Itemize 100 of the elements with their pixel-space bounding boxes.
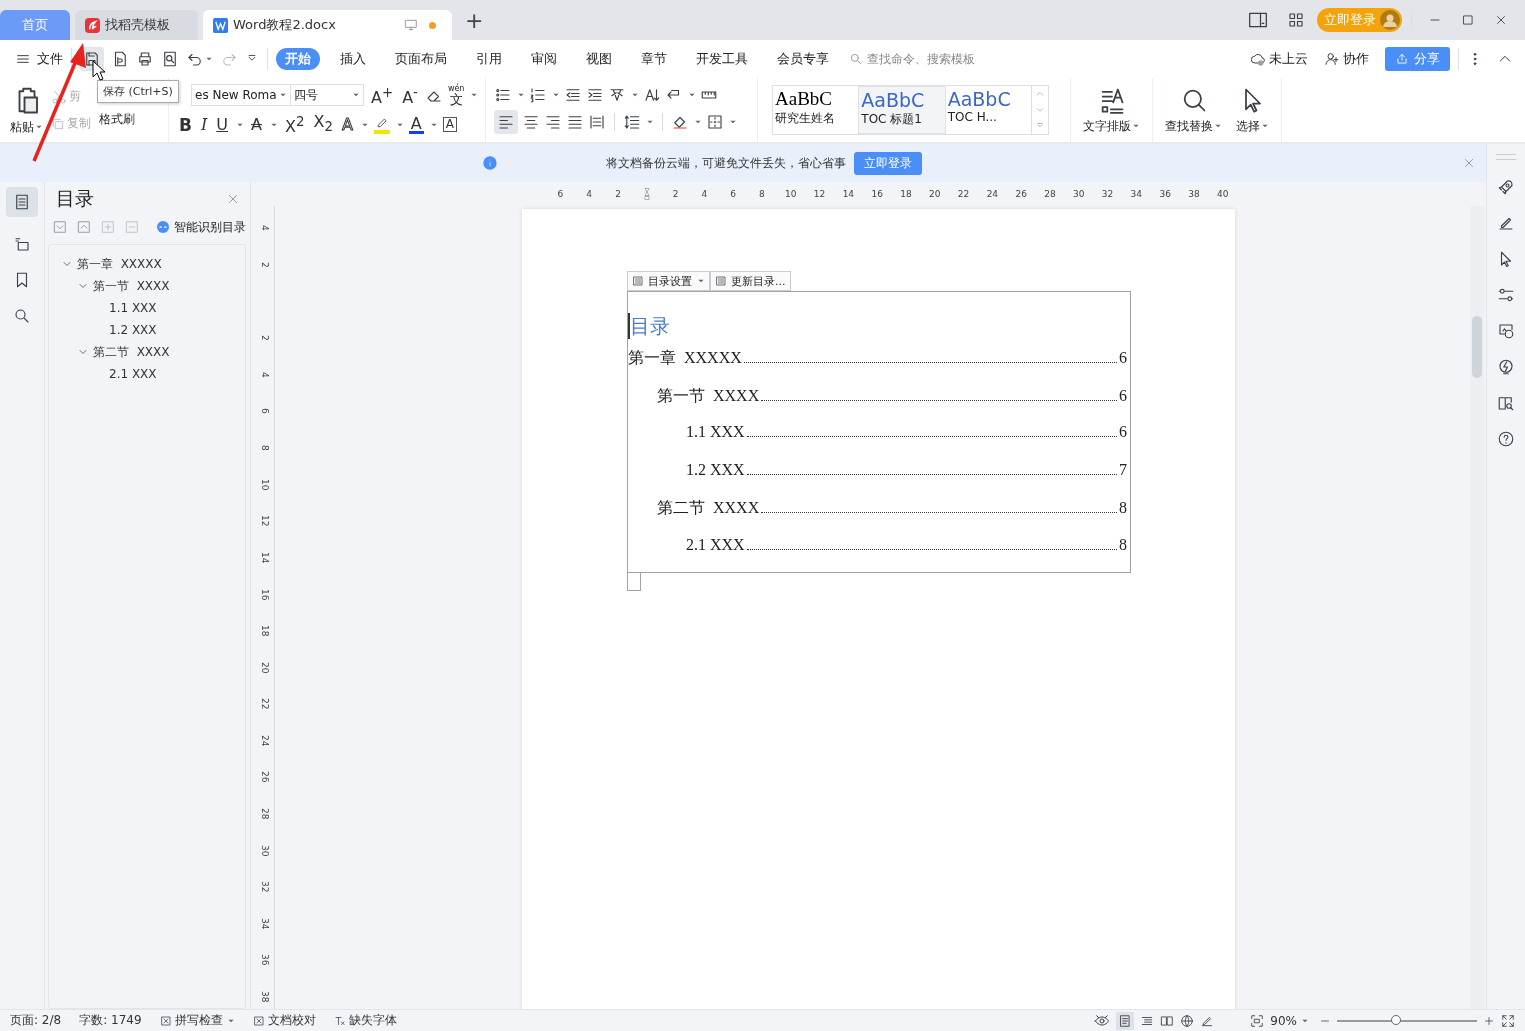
window-layout-icon[interactable] <box>1248 10 1268 30</box>
collaborate-button[interactable]: 协作 <box>1324 50 1369 68</box>
new-tab-button[interactable]: + <box>465 7 484 33</box>
toc-tree-item[interactable]: 第二节 XXXX <box>93 343 170 361</box>
apps-grid-icon[interactable] <box>1287 11 1305 29</box>
ribbon-tab[interactable]: 章节 <box>632 48 676 70</box>
style-item[interactable]: AaBbC TOC 标题1 <box>858 86 946 134</box>
format-button[interactable]: B <box>177 115 194 134</box>
format-button[interactable]: A <box>442 117 457 133</box>
format-button[interactable]: X$^{2}$ <box>282 113 307 137</box>
align-center-icon[interactable] <box>522 113 540 131</box>
toc-entry[interactable]: 第一节 XXXX <box>657 385 760 407</box>
smart-toc-button[interactable]: 智能识别目录 <box>155 218 246 236</box>
toc-tree-item[interactable]: 1.1 XXX <box>109 301 157 315</box>
format-button[interactable]: A <box>249 115 264 134</box>
caret-icon[interactable] <box>552 91 560 99</box>
print-preview-icon[interactable] <box>161 50 179 68</box>
proofread-button[interactable]: 文档校对 <box>252 1012 316 1029</box>
ribbon-tab[interactable]: 引用 <box>467 48 511 70</box>
update-toc-button[interactable]: 更新目录... <box>710 271 791 291</box>
font-size-field[interactable]: 四号 <box>290 84 364 107</box>
caret-icon[interactable] <box>646 118 654 126</box>
caret-icon[interactable] <box>729 118 737 126</box>
reading-view-icon[interactable] <box>1160 1013 1175 1028</box>
frame-handle[interactable] <box>627 572 641 591</box>
rocket-icon[interactable] <box>1497 178 1515 196</box>
page-count[interactable]: 页面: 2/8 <box>10 1012 62 1029</box>
bullet-list-icon[interactable] <box>494 86 512 104</box>
caret-icon[interactable] <box>688 91 696 99</box>
toc-tree-item[interactable]: 第一章 XXXXX <box>77 255 162 273</box>
format-button[interactable]: U <box>214 115 230 134</box>
help-icon[interactable] <box>1497 430 1515 448</box>
image-icon[interactable] <box>1497 322 1515 340</box>
font-name-field[interactable]: es New Roma <box>191 84 291 107</box>
toc-settings-button[interactable]: 目录设置 <box>627 271 710 291</box>
spell-check-button[interactable]: 拼写检查 <box>159 1012 235 1029</box>
settings-icon[interactable] <box>1497 286 1515 304</box>
borders-icon[interactable] <box>706 113 724 131</box>
font-size-step-button[interactable]: A$^{+}$ <box>369 83 396 107</box>
distribute-icon[interactable] <box>588 113 606 131</box>
close-icon[interactable] <box>1494 13 1508 27</box>
sort-icon[interactable] <box>643 86 661 104</box>
ribbon-tab[interactable]: 开发工具 <box>687 48 757 70</box>
format-painter-button[interactable]: 格式刷 <box>99 111 135 128</box>
outline-icon[interactable] <box>13 235 31 253</box>
toc-tree-item[interactable]: 1.2 XXX <box>109 323 157 337</box>
format-button[interactable]: I <box>198 115 210 134</box>
toc-entry[interactable]: 第二节 XXXX <box>657 498 760 519</box>
ribbon-tab[interactable]: 插入 <box>331 48 375 70</box>
ribbon-tab[interactable]: 会员专享 <box>768 48 838 70</box>
find-replace-button[interactable]: 查找替换 <box>1165 85 1222 135</box>
lightning-icon[interactable] <box>1497 358 1515 376</box>
maximize-icon[interactable] <box>1461 13 1475 27</box>
missing-fonts-button[interactable]: 缺失字体 <box>333 1012 397 1029</box>
zoom-in-icon[interactable] <box>1483 1014 1495 1027</box>
outdent-icon[interactable] <box>564 86 582 104</box>
scrollbar[interactable] <box>1470 206 1484 1009</box>
command-search-field[interactable]: 查找命令、搜索模板 <box>849 51 1019 67</box>
line-spacing-icon[interactable] <box>623 113 641 131</box>
style-item[interactable]: AaBbC TOC H... <box>945 86 1031 134</box>
toc-tree-item[interactable]: 2.1 XXX <box>109 367 157 381</box>
toc-entry[interactable]: 1.1 XXX <box>686 423 745 441</box>
caret-icon[interactable] <box>694 118 702 126</box>
style-item[interactable]: AaBbC 研究生姓名 <box>773 86 859 134</box>
select-button[interactable]: 选择 <box>1236 85 1269 135</box>
caret-icon[interactable] <box>205 55 213 63</box>
eye-protection-icon[interactable] <box>1094 1012 1111 1029</box>
zoom-thumb[interactable] <box>1390 1014 1401 1025</box>
word-count[interactable]: 字数: 1749 <box>79 1012 142 1029</box>
page-view-button[interactable] <box>1116 1011 1135 1030</box>
zoom-dropdown[interactable]: 90% <box>1270 1013 1309 1028</box>
book-search-icon[interactable] <box>1497 394 1515 412</box>
chinese-layout-icon[interactable] <box>608 86 626 104</box>
print-icon[interactable] <box>136 50 154 68</box>
numbered-list-icon[interactable] <box>529 86 547 104</box>
text-layout-button[interactable]: 文字排版 <box>1083 85 1140 135</box>
file-menu[interactable]: 文件 <box>37 50 63 68</box>
toc-entry[interactable]: 2.1 XXX <box>686 535 745 554</box>
phonetic-guide-button[interactable]: wén 文 <box>447 84 465 107</box>
document-tab[interactable]: Word教程2.docx <box>203 10 452 40</box>
format-button[interactable]: X$_{2}$ <box>311 113 335 137</box>
font-size-step-button[interactable]: A$^{-}$ <box>400 83 420 107</box>
toc-tree-item[interactable]: 第一节 XXXX <box>93 277 170 295</box>
search-icon[interactable] <box>13 307 31 325</box>
align-right-icon[interactable] <box>544 113 562 131</box>
toc-entry[interactable]: 第一章 XXXXX <box>628 348 742 369</box>
indent-icon[interactable] <box>586 86 604 104</box>
paste-button[interactable]: 粘贴 <box>10 84 43 136</box>
justify-icon[interactable] <box>566 113 584 131</box>
align-left-button[interactable] <box>494 110 518 134</box>
web-view-icon[interactable] <box>1180 1013 1195 1028</box>
fit-page-icon[interactable] <box>1250 1013 1265 1028</box>
document-tab[interactable]: 找稻壳模板 <box>75 10 198 40</box>
toc-panel-button[interactable] <box>6 187 38 217</box>
toc-entry[interactable]: 1.2 XXX <box>686 460 745 479</box>
format-button[interactable]: A <box>339 115 355 134</box>
cloud-status-button[interactable]: 未上云 <box>1250 50 1308 68</box>
ribbon-tab[interactable]: 审阅 <box>522 48 566 70</box>
fullscreen-icon[interactable] <box>1501 1013 1515 1028</box>
caret-icon[interactable] <box>631 91 639 99</box>
